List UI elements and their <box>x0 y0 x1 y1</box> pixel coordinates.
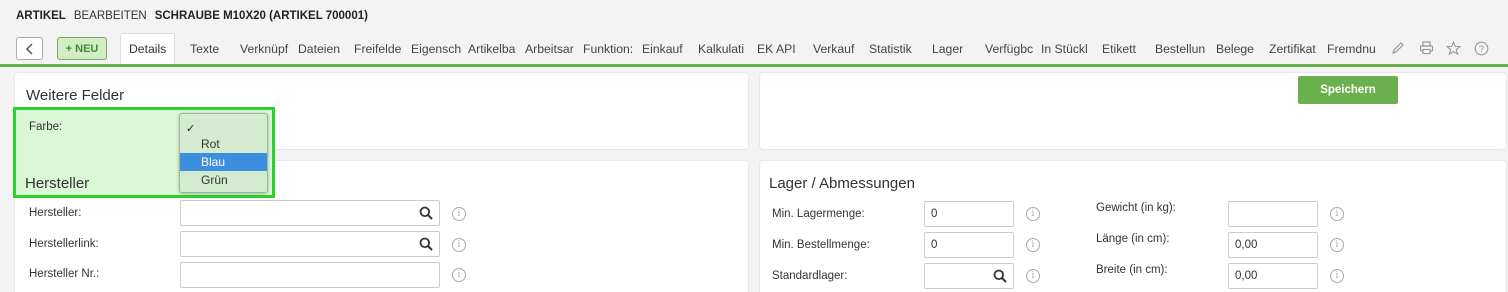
tab-ek-api[interactable]: EK API <box>757 33 803 64</box>
hersteller-nr-input[interactable] <box>180 262 440 288</box>
search-icon[interactable] <box>419 206 433 220</box>
hersteller-title: Hersteller <box>25 175 90 192</box>
info-icon[interactable]: i <box>452 238 466 252</box>
breadcrumb-action: BEARBEITEN <box>73 10 147 22</box>
tab-verknuepf[interactable]: Verknüpf <box>240 33 295 64</box>
min-bestellmenge-input[interactable]: 0 <box>924 232 1014 258</box>
back-button[interactable] <box>16 37 43 60</box>
search-icon[interactable] <box>993 269 1007 283</box>
tab-funktionen[interactable]: Funktion: <box>583 33 637 64</box>
gewicht-input[interactable] <box>1228 201 1318 227</box>
min-lagermenge-input[interactable]: 0 <box>924 201 1014 227</box>
tab-texte[interactable]: Texte <box>190 33 228 64</box>
farbe-option-blau[interactable]: Blau <box>180 153 267 171</box>
min-bestellmenge-label: Min. Bestellmenge: <box>772 239 870 251</box>
star-icon[interactable] <box>1445 40 1461 56</box>
tab-verfuegbarkeit[interactable]: Verfügbc <box>985 33 1037 64</box>
tab-zertifikate[interactable]: Zertifikat <box>1269 33 1325 64</box>
svg-text:?: ? <box>1478 44 1483 54</box>
page-title: SCHRAUBE M10X20 (ARTIKEL 700001) <box>154 10 368 22</box>
tab-arbeitsanweisung[interactable]: Arbeitsar <box>525 33 579 64</box>
save-button[interactable]: Speichern <box>1298 76 1398 104</box>
breadcrumb: ARTIKEL BEARBEITEN SCHRAUBE M10X20 (ARTI… <box>16 10 368 22</box>
hersteller-nr-label: Hersteller Nr.: <box>29 268 100 280</box>
laenge-input[interactable]: 0,00 <box>1228 232 1318 258</box>
tab-etikett[interactable]: Etikett <box>1102 33 1148 64</box>
tab-eigenschaften[interactable]: Eigensch <box>411 33 463 64</box>
weitere-felder-title: Weitere Felder <box>26 87 125 104</box>
laenge-label: Länge (in cm): <box>1096 233 1170 245</box>
info-icon[interactable]: i <box>1330 207 1344 221</box>
info-icon[interactable]: i <box>452 207 466 221</box>
info-icon[interactable]: i <box>1330 238 1344 252</box>
tab-lager[interactable]: Lager <box>932 33 972 64</box>
info-icon[interactable]: i <box>452 268 466 282</box>
info-icon[interactable]: i <box>1026 238 1040 252</box>
info-icon[interactable]: i <box>1330 269 1344 283</box>
tab-belege[interactable]: Belege <box>1216 33 1261 64</box>
chevron-left-icon <box>25 42 33 55</box>
search-icon[interactable] <box>419 237 433 251</box>
standardlager-input[interactable] <box>924 263 1014 289</box>
herstellerlink-label: Herstellerlink: <box>29 238 99 250</box>
farbe-option-rot[interactable]: Rot <box>180 135 267 153</box>
pencil-icon[interactable] <box>1390 40 1406 56</box>
tab-einkauf[interactable]: Einkauf <box>642 33 692 64</box>
herstellerlink-input[interactable] <box>180 231 440 257</box>
new-button[interactable]: + NEU <box>57 37 107 60</box>
tab-fremdnummern[interactable]: Fremdnu <box>1327 33 1381 64</box>
tab-details[interactable]: Details <box>120 33 176 64</box>
help-icon[interactable]: ? <box>1473 40 1489 56</box>
min-lagermenge-label: Min. Lagermenge: <box>772 208 865 220</box>
farbe-dropdown[interactable]: ✓ Rot Blau Grün <box>179 113 268 193</box>
breite-label: Breite (in cm): <box>1096 264 1168 276</box>
lager-title: Lager / Abmessungen <box>769 175 915 192</box>
tab-statistik[interactable]: Statistik <box>869 33 921 64</box>
standardlager-label: Standardlager: <box>772 270 848 282</box>
tab-artikelbaum[interactable]: Artikelba <box>468 33 522 64</box>
info-icon[interactable]: i <box>1026 207 1040 221</box>
tab-in-stueckliste[interactable]: In Stückl <box>1041 33 1095 64</box>
printer-icon[interactable] <box>1418 40 1434 56</box>
farbe-label: Farbe: <box>29 121 63 133</box>
farbe-option-gruen[interactable]: Grün <box>180 171 267 189</box>
tab-bar: + NEU Details Texte Verknüpf Dateien Fre… <box>0 31 1508 67</box>
gewicht-label: Gewicht (in kg): <box>1096 202 1176 214</box>
tab-bestellungen[interactable]: Bestellun <box>1155 33 1211 64</box>
hersteller-label: Hersteller: <box>29 207 82 219</box>
breite-input[interactable]: 0,00 <box>1228 263 1318 289</box>
farbe-option-empty[interactable]: ✓ <box>180 116 267 135</box>
tab-verkauf[interactable]: Verkauf <box>813 33 861 64</box>
tab-freifelder[interactable]: Freifelde <box>354 33 405 64</box>
tab-kalkulation[interactable]: Kalkulati <box>698 33 749 64</box>
tab-dateien[interactable]: Dateien <box>298 33 348 64</box>
info-icon[interactable]: i <box>1026 269 1040 283</box>
breadcrumb-module: ARTIKEL <box>16 10 66 22</box>
hersteller-input[interactable] <box>180 200 440 226</box>
